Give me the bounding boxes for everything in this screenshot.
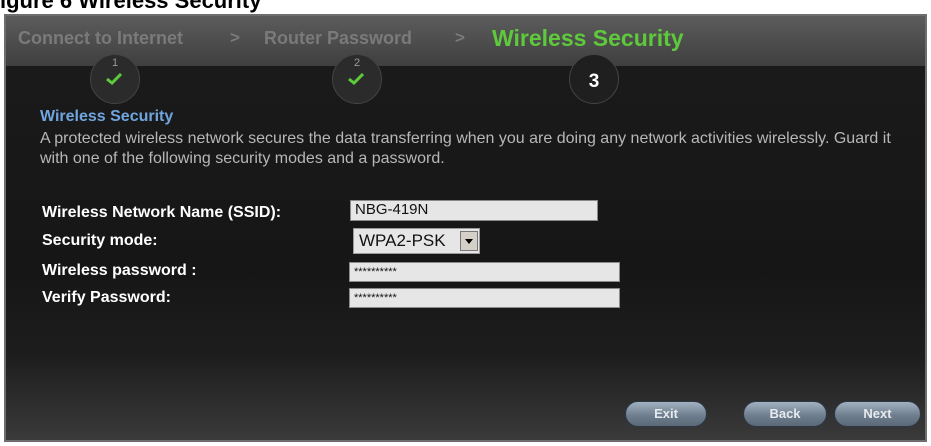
ssid-input[interactable]: NBG-419N [350, 200, 598, 221]
step-2-badge: 2 [332, 54, 382, 104]
step-number: 2 [353, 57, 361, 69]
section-description: A protected wireless network secures the… [40, 130, 891, 167]
verify-password-input[interactable]: ********** [349, 288, 620, 308]
security-mode-label: Security mode: [42, 232, 158, 249]
security-mode-select[interactable]: WPA2-PSK [353, 228, 480, 254]
step-separator-icon: > [230, 28, 240, 47]
wireless-password-label: Wireless password : [42, 262, 197, 279]
checkmark-icon [106, 73, 122, 85]
step-router-password: Router Password [264, 28, 413, 48]
checkmark-icon [348, 73, 364, 85]
step-1-badge: 1 [90, 54, 140, 104]
chevron-down-icon[interactable] [460, 231, 478, 251]
step-number: 3 [588, 71, 600, 92]
verify-password-label: Verify Password: [42, 289, 171, 306]
section-title: Wireless Security [40, 108, 174, 125]
next-button[interactable]: Next [834, 401, 921, 427]
wizard-window: Connect to Internet > Router Password > … [4, 14, 927, 442]
exit-button[interactable]: Exit [625, 401, 707, 427]
wireless-password-input[interactable]: ********** [349, 262, 620, 282]
back-button[interactable]: Back [743, 401, 827, 427]
step-wireless-security: Wireless Security [492, 25, 684, 51]
step-connect-to-internet: Connect to Internet [18, 28, 183, 48]
ssid-label: Wireless Network Name (SSID): [42, 204, 282, 221]
figure-caption: igure 6 Wireless Security [0, 0, 262, 13]
step-number: 1 [111, 57, 119, 69]
security-mode-value: WPA2-PSK [359, 231, 446, 250]
step-separator-icon: > [455, 28, 465, 47]
step-3-badge: 3 [569, 54, 619, 104]
wizard-step-bar: Connect to Internet > Router Password > … [6, 16, 925, 66]
